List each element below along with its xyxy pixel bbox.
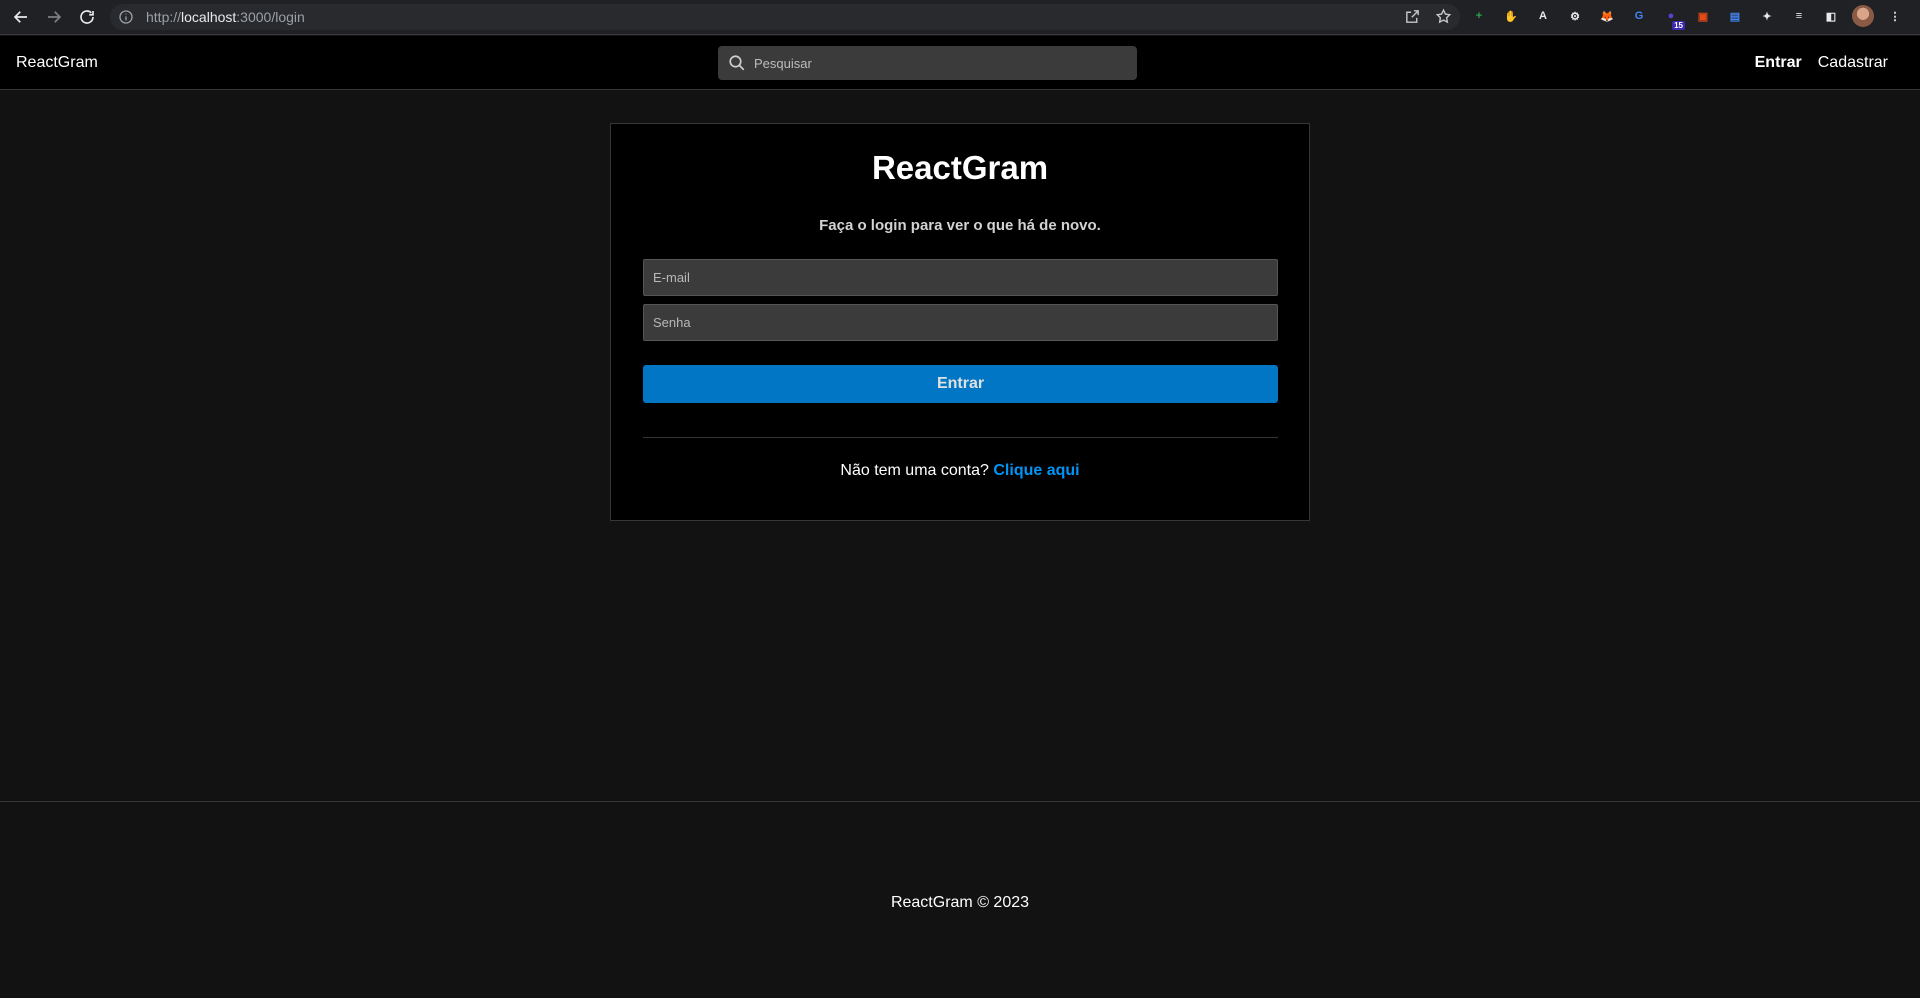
no-account-text: Não tem uma conta? bbox=[840, 462, 989, 479]
register-prompt: Não tem uma conta? Clique aqui bbox=[611, 462, 1309, 480]
back-arrow-icon[interactable] bbox=[9, 5, 33, 29]
brand-logo-link[interactable]: ReactGram bbox=[16, 54, 98, 72]
search-box bbox=[718, 46, 1137, 80]
login-submit-button[interactable]: Entrar bbox=[643, 365, 1278, 403]
login-title: ReactGram bbox=[871, 149, 1049, 186]
url-text: http://localhost:3000/login bbox=[146, 9, 305, 25]
share-icon[interactable] bbox=[1404, 8, 1421, 25]
forward-arrow-icon[interactable] bbox=[42, 5, 66, 29]
password-field[interactable] bbox=[643, 304, 1278, 341]
search-input[interactable] bbox=[754, 55, 1124, 71]
register-link[interactable]: Clique aqui bbox=[993, 462, 1079, 479]
info-icon[interactable] bbox=[118, 9, 134, 25]
kebab-menu-icon[interactable]: ⋮ bbox=[1884, 5, 1906, 27]
screen-record-ext-icon[interactable]: ▣ bbox=[1692, 5, 1714, 27]
browser-toolbar: http://localhost:3000/login + ✋ A ⚙ 🦊 G ● ▣ ▤ ✦ ≡ ◧… bbox=[0, 0, 1920, 35]
font-a-ext-icon[interactable]: A bbox=[1532, 5, 1554, 27]
docs-ext-icon[interactable]: ▤ bbox=[1724, 5, 1746, 27]
footer-copyright: ReactGram © 2023 bbox=[890, 894, 1030, 911]
side-panel-icon[interactable]: ◧ bbox=[1820, 5, 1842, 27]
nav-login-link[interactable]: Entrar bbox=[1755, 54, 1802, 72]
badge-ext-icon[interactable]: ● bbox=[1660, 5, 1686, 30]
translate-ext-icon[interactable]: G bbox=[1628, 5, 1650, 27]
email-field[interactable] bbox=[643, 259, 1278, 296]
puzzle-ext-icon[interactable]: ✦ bbox=[1756, 5, 1778, 27]
nav-register-link[interactable]: Cadastrar bbox=[1818, 54, 1888, 72]
login-subtitle: Faça o login para ver o que há de novo. bbox=[819, 217, 1101, 234]
profile-avatar[interactable] bbox=[1852, 5, 1874, 27]
divider bbox=[643, 437, 1278, 438]
red-hand-ext-icon[interactable]: ✋ bbox=[1500, 5, 1522, 27]
reading-list-icon[interactable]: ≡ bbox=[1788, 5, 1810, 27]
reload-icon[interactable] bbox=[75, 5, 99, 29]
extensions-bar: + ✋ A ⚙ 🦊 G ● ▣ ▤ ✦ ≡ ◧ ⋮ bbox=[1468, 5, 1906, 30]
search-icon bbox=[729, 55, 745, 71]
footer: ReactGram © 2023 bbox=[0, 801, 1920, 998]
app-navbar: ReactGram Entrar Cadastrar bbox=[0, 36, 1920, 90]
address-bar[interactable]: http://localhost:3000/login bbox=[110, 4, 1460, 30]
plus-circle-ext-icon[interactable]: + bbox=[1468, 5, 1490, 27]
fox-ext-icon[interactable]: 🦊 bbox=[1596, 5, 1618, 27]
gear-ext-icon[interactable]: ⚙ bbox=[1564, 5, 1586, 27]
login-card: ReactGram Faça o login para ver o que há… bbox=[610, 123, 1310, 521]
bookmark-star-icon[interactable] bbox=[1435, 8, 1452, 25]
